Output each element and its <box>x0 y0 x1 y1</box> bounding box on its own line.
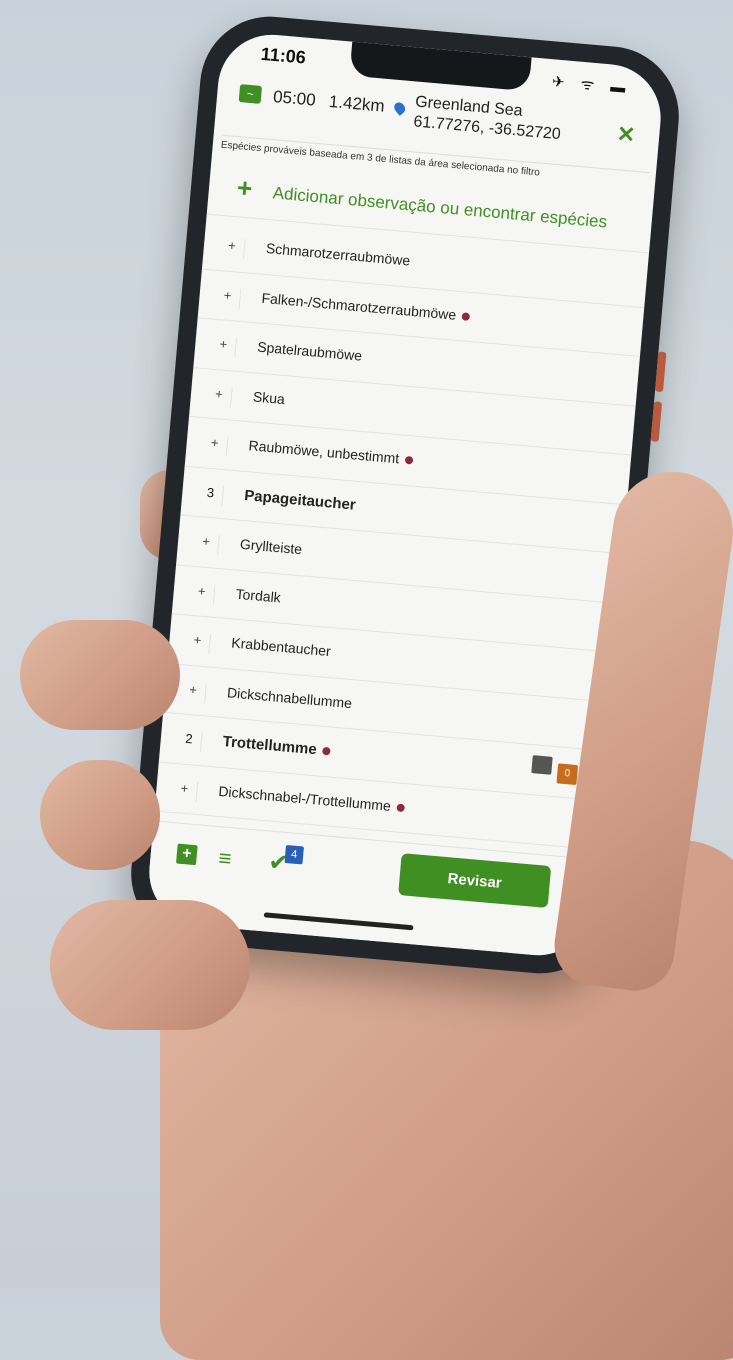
species-name-text: Gryllteiste <box>239 535 303 558</box>
species-name-text: Papageitaucher <box>243 486 357 514</box>
phone-side-button-2 <box>650 401 663 442</box>
species-count[interactable]: + <box>184 631 212 654</box>
species-name: Papageitaucher <box>244 487 357 514</box>
species-name-text: Skua <box>252 387 286 407</box>
species-name: Skua <box>252 388 285 407</box>
status-icons: ✈ ᯤ ▬ <box>551 73 633 98</box>
hand-finger-1 <box>20 620 180 730</box>
species-name-text: Schmarotzerraubmöwe <box>265 239 411 269</box>
species-name: Dickschnabellumme <box>226 684 352 711</box>
species-count[interactable]: + <box>219 236 246 260</box>
species-name: Falken-/Schmarotzerraubmöwe <box>261 289 471 323</box>
home-indicator[interactable] <box>263 912 414 931</box>
species-name-text: Tordalk <box>235 585 282 606</box>
phone-side-button <box>654 351 667 393</box>
rarity-dot-icon <box>396 803 406 812</box>
species-count[interactable]: + <box>180 680 207 703</box>
trip-distance: 1.42km <box>328 91 386 116</box>
hand-finger-2 <box>40 760 160 870</box>
species-name-text: Falken-/Schmarotzerraubmöwe <box>260 289 457 323</box>
location-coords[interactable]: 61.77276, -36.52720 <box>413 113 562 144</box>
species-list: + Schmarotzerraubmöwe + Falken-/Schmarotzer… <box>154 219 649 851</box>
species-count[interactable]: 3 <box>197 483 225 506</box>
plus-icon: + <box>235 172 254 204</box>
species-count[interactable]: 2 <box>175 730 203 753</box>
notch <box>349 41 532 92</box>
species-name: Dickschnabel-/Trottellumme <box>218 782 406 814</box>
species-name: Gryllteiste <box>239 536 302 557</box>
comment-icon[interactable] <box>531 755 553 775</box>
species-name-text: Dickschnabellumme <box>226 683 353 711</box>
species-count[interactable]: + <box>171 779 199 802</box>
trip-duration: 05:00 <box>272 87 317 110</box>
species-name-text: Raubmöwe, unbestimmt <box>248 437 400 467</box>
add-observation-label: Adicionar observação ou encontrar espéci… <box>272 183 608 232</box>
species-name: Raubmöwe, unbestimmt <box>248 437 414 467</box>
close-icon[interactable]: ✕ <box>616 121 637 149</box>
location-pin-icon <box>392 100 408 116</box>
checklist-count-badge: 4 <box>284 844 304 865</box>
status-time: 11:06 <box>260 43 307 68</box>
species-name: Krabbentaucher <box>231 634 332 659</box>
species-count[interactable]: + <box>188 582 216 605</box>
species-name-text: Dickschnabel-/Trottellumme <box>217 782 392 814</box>
species-name: Spatelraubmöwe <box>257 339 363 364</box>
rarity-dot-icon <box>404 456 414 465</box>
species-count[interactable]: + <box>214 286 242 309</box>
species-name: Tordalk <box>235 585 281 605</box>
species-count[interactable]: + <box>206 384 233 408</box>
add-species-icon[interactable]: + <box>176 843 198 866</box>
map-icon[interactable]: ~ <box>238 84 263 104</box>
species-name: Trottellumme <box>222 733 331 759</box>
review-button[interactable]: Revisar <box>398 853 552 908</box>
species-count[interactable]: + <box>201 434 229 457</box>
species-name: Schmarotzerraubmöwe <box>265 240 411 269</box>
rarity-dot-icon <box>461 312 471 321</box>
species-name-text: Trottellumme <box>222 733 318 759</box>
media-icon[interactable]: 0 <box>556 763 579 786</box>
sort-icon[interactable]: ≡ <box>218 845 233 872</box>
hand-finger-3 <box>50 900 250 1030</box>
rarity-dot-icon <box>322 746 331 756</box>
row-actions: 0 <box>531 755 579 786</box>
species-name-text: Spatelraubmöwe <box>256 338 363 364</box>
species-count[interactable]: + <box>210 335 238 358</box>
species-name-text: Krabbentaucher <box>230 634 332 660</box>
species-count[interactable]: + <box>193 532 220 555</box>
